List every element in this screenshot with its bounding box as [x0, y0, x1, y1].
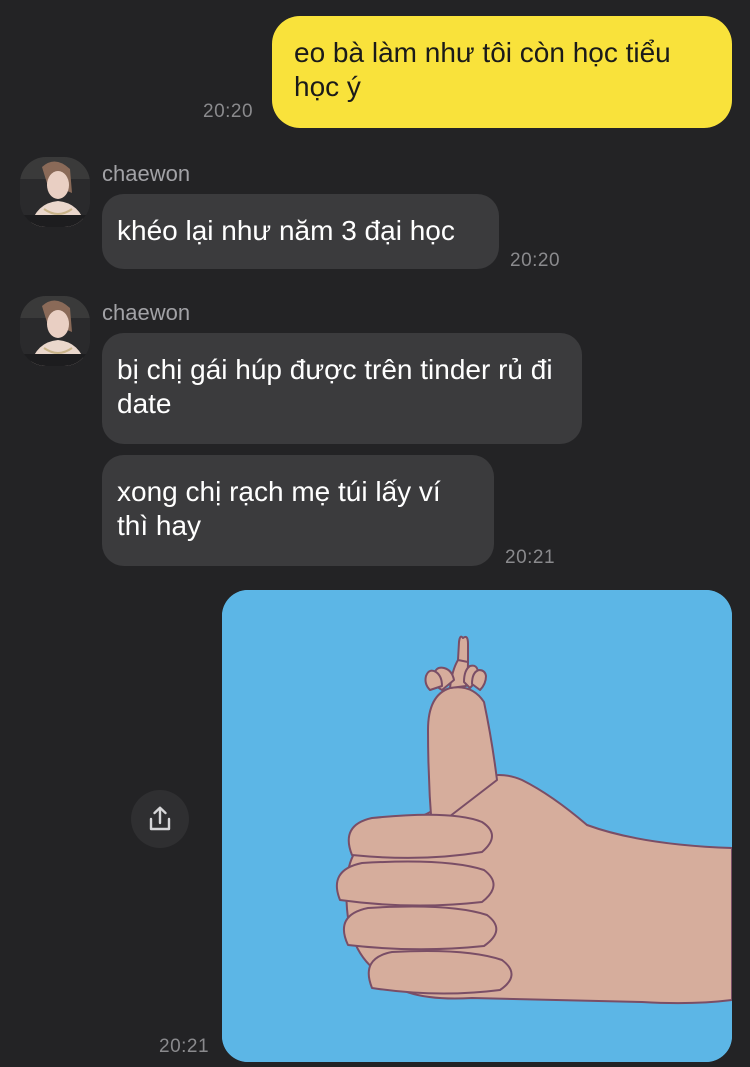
incoming-message-bubble[interactable]: xong chị rạch mẹ túi lấy ví thì hay [102, 455, 494, 566]
outgoing-message-bubble[interactable]: eo bà làm như tôi còn học tiểu học ý [272, 16, 732, 128]
avatar-image [20, 157, 90, 227]
image-message[interactable] [222, 590, 732, 1062]
message-timestamp: 20:21 [159, 1036, 210, 1057]
message-text: eo bà làm như tôi còn học tiểu học ý [294, 37, 671, 102]
avatar[interactable] [20, 157, 90, 227]
sender-name: chaewon [102, 161, 191, 186]
share-button[interactable] [131, 790, 189, 848]
incoming-message-bubble[interactable]: bị chị gái húp được trên tinder rủ đi da… [102, 333, 582, 444]
message-text: xong chị rạch mẹ túi lấy ví thì hay [117, 476, 441, 541]
avatar-image [20, 296, 90, 366]
message-text: khéo lại như năm 3 đại học [117, 215, 455, 246]
sender-name: chaewon [102, 300, 191, 325]
message-timestamp: 20:20 [203, 101, 254, 122]
avatar[interactable] [20, 296, 90, 366]
message-timestamp: 20:21 [505, 547, 556, 568]
share-icon [149, 806, 171, 831]
message-timestamp: 20:20 [510, 250, 561, 271]
message-text: bị chị gái húp được trên tinder rủ đi da… [117, 354, 553, 419]
incoming-message-bubble[interactable]: khéo lại như năm 3 đại học [102, 194, 499, 269]
hand-gesture-illustration [222, 590, 732, 1062]
